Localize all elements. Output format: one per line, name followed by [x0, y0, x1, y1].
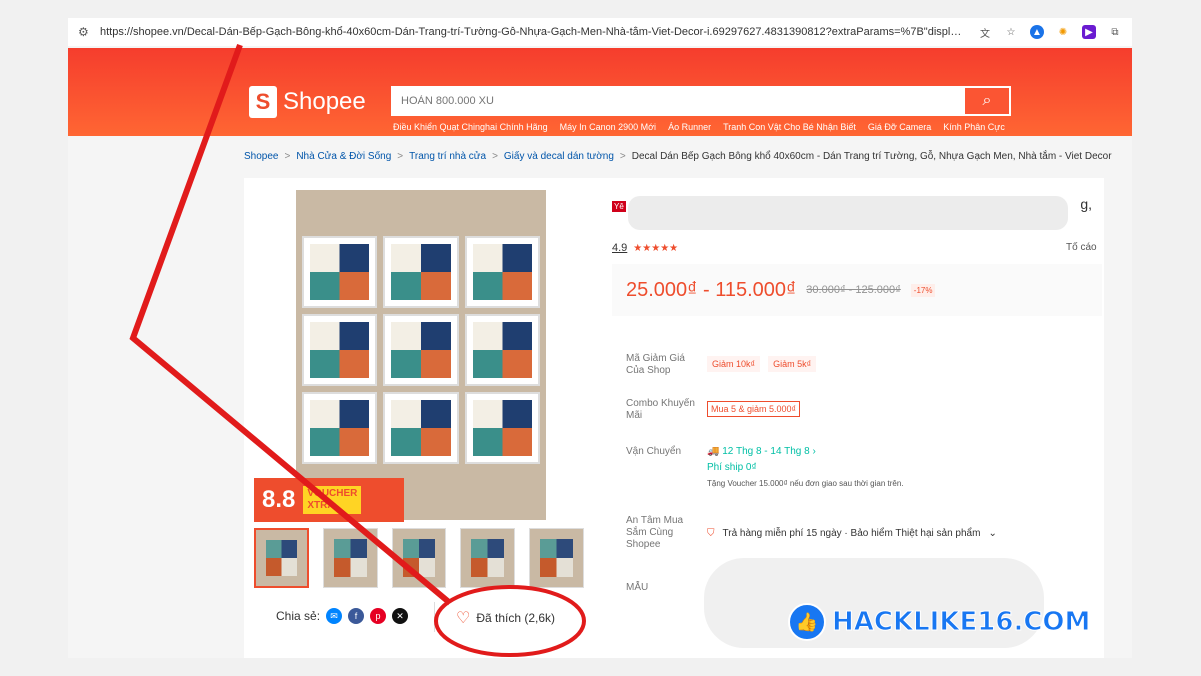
messenger-icon[interactable]: ✉: [326, 608, 343, 624]
product-title: Yê g,: [612, 196, 1092, 230]
pinterest-icon[interactable]: p: [370, 608, 387, 624]
suggestion-link[interactable]: Điều Khiển Quạt Chinghai Chính Hãng: [393, 122, 548, 132]
bookmark-star-icon[interactable]: ☆: [1004, 25, 1018, 39]
ship-note: Tặng Voucher 15.000₫ nếu đơn giao sau th…: [707, 479, 904, 488]
search-input[interactable]: [393, 88, 965, 114]
guarantee-label: An Tâm Mua Sắm Cùng Shopee: [626, 515, 684, 550]
rating-value: 4.9: [612, 242, 628, 254]
star-icon: ★★★★★: [633, 242, 679, 254]
url-text[interactable]: https://shopee.vn/Decal-Dán-Bếp-Gạch-Bôn…: [100, 26, 966, 38]
thumbnail[interactable]: [322, 528, 378, 588]
breadcrumb-sep: >: [619, 151, 626, 162]
voucher-chip[interactable]: Giảm 5k₫: [768, 356, 817, 372]
breadcrumb-link[interactable]: Shopee: [244, 151, 278, 162]
thumbs-up-icon: 👍: [788, 603, 826, 641]
search-box: ⌕: [391, 86, 1011, 116]
shipping-label: Vận Chuyển: [626, 446, 682, 457]
browser-window: ⚙ https://shopee.vn/Decal-Dán-Bếp-Gạch-B…: [68, 18, 1132, 658]
voucher-chip[interactable]: Giảm 10k₫: [707, 356, 761, 372]
suggestion-link[interactable]: Giá Đỡ Camera: [868, 122, 931, 132]
combo-label: Combo Khuyến Mãi: [626, 398, 695, 421]
breadcrumb-sep: >: [397, 151, 404, 162]
heart-icon: ♡: [456, 610, 471, 627]
guarantee-text: Trả hàng miễn phí 15 ngày · Bảo hiểm Thi…: [722, 528, 981, 539]
thumbnail[interactable]: [460, 528, 516, 588]
variant-label: MẪU: [626, 582, 649, 593]
facebook-icon[interactable]: f: [348, 608, 365, 624]
breadcrumb-link[interactable]: Nhà Cửa & Đời Sống: [296, 151, 391, 162]
ship-fee: Phí ship 0₫: [707, 462, 757, 473]
title-tail: g,: [1080, 196, 1092, 212]
search-button[interactable]: ⌕: [965, 88, 1009, 114]
watermark-text: HACKLIKE16.COM: [831, 607, 1091, 638]
extension-a-icon[interactable]: ▲: [1030, 25, 1044, 39]
voucher-top: VOUCHER: [307, 488, 358, 499]
thumbnail[interactable]: [391, 528, 447, 588]
thumbnail-strip: [254, 528, 584, 590]
suggestion-link[interactable]: Kính Phân Cực: [943, 122, 1005, 132]
breadcrumb-link[interactable]: Trang trí nhà cửa: [409, 151, 486, 162]
thumbnail[interactable]: [529, 528, 584, 588]
ship-date: 12 Thg 8 - 14 Thg 8: [722, 446, 810, 457]
chevron-down-icon: ⌄: [988, 528, 997, 539]
suggestion-link[interactable]: Tranh Con Vật Cho Bé Nhận Biết: [723, 122, 856, 132]
shopee-header: S Shopee ⌕ Điều Khiển Quạt Chinghai Chín…: [68, 48, 1132, 136]
product-main-image[interactable]: [296, 190, 546, 520]
x-twitter-icon[interactable]: ✕: [392, 608, 409, 624]
suggestion-link[interactable]: Áo Runner: [668, 122, 711, 132]
blurred-title: [628, 196, 1068, 230]
breadcrumb-sep: >: [492, 151, 498, 162]
search-icon: ⌕: [982, 92, 992, 109]
voucher-label: Mã Giảm Giá Của Shop: [626, 353, 685, 376]
rating[interactable]: 4.9 ★★★★★: [612, 242, 678, 254]
breadcrumb: Shopee > Nhà Cửa & Đời Sống > Trang trí nh…: [244, 151, 1112, 162]
breadcrumb-link[interactable]: Giấy và decal dán tường: [504, 151, 614, 162]
breadcrumb-sep: >: [284, 151, 291, 162]
share-bar: Chia sẻ: ✉ f p ✕: [276, 608, 409, 624]
sale-8-8-badge: 8.8 VOUCHER XTRA: [254, 478, 404, 522]
combo-list: Mua 5 & giảm 5.000₫: [707, 401, 801, 417]
search-suggestions: Điều Khiển Quạt Chinghai Chính Hãng Máy …: [393, 122, 1005, 132]
extension-sun-icon[interactable]: ✺: [1056, 25, 1070, 39]
shopee-bag-icon: S: [249, 86, 277, 118]
combo-chip[interactable]: Mua 5 & giảm 5.000₫: [707, 401, 801, 417]
logo-text: Shopee: [283, 88, 366, 115]
suggestion-link[interactable]: Máy In Canon 2900 Mới: [560, 122, 656, 132]
voucher-xtra-badge: VOUCHER XTRA: [303, 486, 362, 514]
voucher-bottom: XTRA: [307, 500, 335, 511]
shopee-logo[interactable]: S Shopee: [249, 86, 366, 118]
discount-badge: -17%: [910, 283, 936, 297]
mall-badge: Yê: [612, 201, 626, 212]
translate-icon[interactable]: 文: [978, 25, 992, 40]
shield-icon: ⛉: [707, 528, 715, 539]
like-label: Đã thích (2,6k): [476, 611, 556, 625]
thumbnail[interactable]: [254, 528, 309, 588]
price: 25.000₫ - 115.000₫: [626, 278, 797, 301]
breadcrumb-current: Decal Dán Bếp Gạch Bông khổ 40x60cm - Dá…: [631, 151, 1112, 162]
old-price: 30.000₫ - 125.000₫: [806, 284, 901, 296]
tile-photo: [296, 230, 546, 470]
price-box: 25.000₫ - 115.000₫ 30.000₫ - 125.000₫ -1…: [612, 264, 1102, 316]
share-label: Chia sẻ:: [276, 609, 321, 623]
watermark: 👍 HACKLIKE16.COM: [788, 603, 1091, 641]
voucher-list: Giảm 10k₫ Giảm 5k₫: [707, 356, 817, 372]
extensions-puzzle-icon[interactable]: ⧉: [1108, 25, 1122, 39]
site-settings-icon[interactable]: ⚙: [78, 25, 92, 39]
guarantee-row[interactable]: ⛉ Trả hàng miễn phí 15 ngày · Bảo hiểm T…: [707, 528, 997, 539]
divider: [434, 602, 435, 632]
product-card: 8.8 VOUCHER XTRA Chia sẻ: ✉ f p ✕ ♡ Đã th…: [244, 178, 1104, 658]
address-bar[interactable]: ⚙ https://shopee.vn/Decal-Dán-Bếp-Gạch-B…: [68, 18, 1132, 46]
report-link[interactable]: Tố cáo: [1066, 242, 1097, 253]
truck-icon: 🚚: [707, 446, 720, 457]
shipping-info[interactable]: 🚚 12 Thg 8 - 14 Thg 8 › Phí ship 0₫ Tặng…: [707, 444, 904, 492]
like-button[interactable]: ♡ Đã thích (2,6k): [456, 608, 555, 628]
extension-play-icon[interactable]: ▶: [1082, 25, 1096, 39]
badge-text: 8.8: [262, 486, 296, 513]
